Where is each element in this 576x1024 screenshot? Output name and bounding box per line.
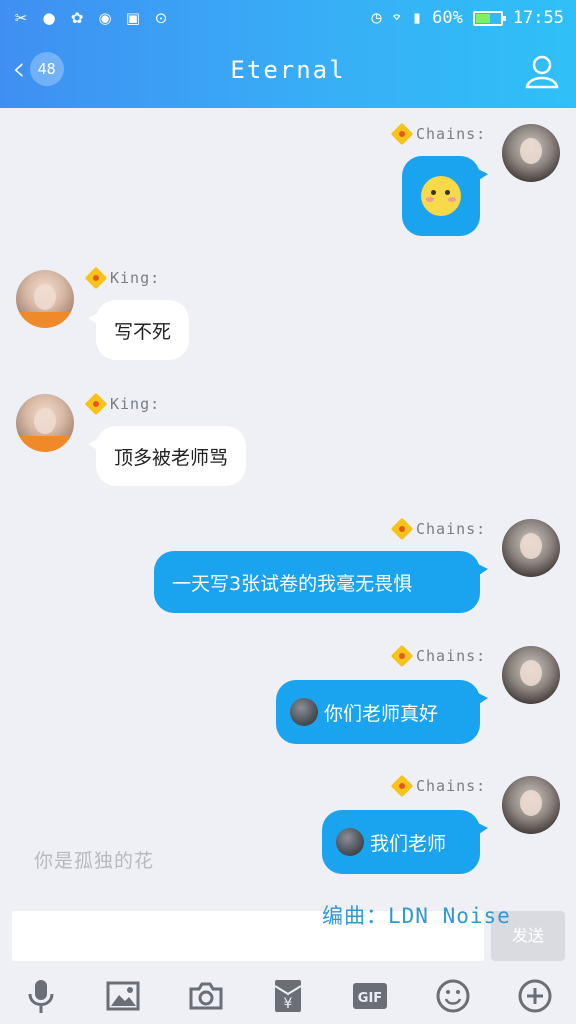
plus-glyph	[518, 979, 552, 1013]
message-text: 写不死	[114, 320, 172, 343]
sender-label: King:	[110, 269, 161, 287]
emoji-icon[interactable]	[433, 976, 473, 1016]
gif-glyph: GIF	[353, 983, 388, 1009]
battery-percent: 60%	[432, 8, 463, 28]
message-bubble[interactable]: 顶多被老师骂	[87, 426, 247, 486]
avatar-face	[34, 408, 56, 434]
image-glyph	[106, 981, 140, 1011]
missed-call-icon: ✂	[14, 9, 28, 27]
clock: 17:55	[512, 8, 564, 28]
vip-badge-icon	[392, 776, 412, 796]
message-bubble[interactable]: 写不死	[87, 300, 190, 360]
vip-badge-icon	[392, 124, 412, 144]
avatar[interactable]	[502, 124, 560, 182]
avatar-banner	[16, 436, 74, 452]
avatar-face	[520, 138, 542, 164]
alarm-icon: ◷	[371, 8, 382, 28]
sender-name: Chains:	[392, 646, 486, 666]
microphone-glyph	[28, 980, 54, 1013]
sender-label: King:	[110, 395, 161, 413]
image-icon[interactable]	[103, 976, 143, 1016]
credit-overlay: 编曲：LDN Noise	[322, 904, 511, 928]
profile-button[interactable]	[524, 53, 560, 93]
red-packet-glyph: ¥	[274, 980, 302, 1012]
battery-icon	[472, 10, 506, 26]
avatar[interactable]	[16, 394, 74, 452]
vip-badge-icon	[392, 646, 412, 666]
sender-name: Chains:	[392, 776, 486, 796]
signal-icon: ▮	[411, 8, 423, 28]
avatar-face	[34, 284, 56, 310]
sender-name: King:	[86, 394, 160, 414]
avatar-banner	[16, 312, 74, 328]
avatar[interactable]	[502, 519, 560, 577]
svg-text:¥: ¥	[284, 996, 293, 1012]
message-text: 顶多被老师骂	[114, 446, 229, 469]
avatar[interactable]	[502, 776, 560, 834]
message-text: 一天写3张试卷的我毫无畏惧	[172, 572, 413, 595]
status-bar: ✂ ● ✿ ◉ ▣ ⊙ ◷ ⌔ ▮ 60% 17:55	[0, 0, 576, 36]
wifi-icon: ⌔	[391, 8, 402, 28]
message-text: 你们老师真好	[324, 702, 439, 725]
moon-emoji-icon	[336, 828, 364, 856]
microphone-icon[interactable]	[21, 976, 61, 1016]
chat-title: Eternal	[230, 56, 346, 84]
battery-fill	[475, 13, 491, 23]
more-notifications-icon: ⊙	[154, 9, 168, 27]
red-packet-icon[interactable]: ¥	[268, 976, 308, 1016]
sender-label: Chains:	[416, 520, 487, 538]
gallery-icon: ▣	[125, 9, 141, 27]
vip-badge-icon	[86, 268, 106, 288]
avatar[interactable]	[502, 646, 560, 704]
sender-label: Chains:	[416, 647, 487, 665]
person-icon	[525, 55, 559, 89]
camera-glyph	[189, 982, 223, 1010]
message-bubble[interactable]: 一天写3张试卷的我毫无畏惧	[154, 551, 488, 613]
weibo-icon: ◉	[98, 9, 112, 27]
blushing-emoji-icon	[421, 176, 461, 216]
smiley-glyph	[436, 979, 470, 1013]
moon-emoji-icon	[290, 698, 318, 726]
lyric-overlay: 你是孤独的花	[34, 850, 155, 872]
message-list[interactable]: Chains: King: 写不死 King: 顶多被老师骂 Chains: 一…	[0, 108, 576, 908]
message-bubble[interactable]: 我们老师	[322, 810, 488, 874]
header: ✂ ● ✿ ◉ ▣ ⊙ ◷ ⌔ ▮ 60% 17:55 ‹ 48 Eternal	[0, 0, 576, 108]
notification-icons: ✂ ● ✿ ◉ ▣ ⊙	[12, 10, 170, 26]
gif-icon[interactable]: GIF	[350, 976, 390, 1016]
message-bubble[interactable]: 你们老师真好	[276, 680, 488, 744]
paw-icon: ✿	[70, 9, 84, 27]
system-status: ◷ ⌔ ▮ 60% 17:55	[371, 8, 564, 28]
vip-badge-icon	[86, 394, 106, 414]
sender-label: Chains:	[416, 777, 487, 795]
message-bubble[interactable]	[402, 156, 488, 236]
nav-bar: ‹ 48 Eternal	[0, 36, 576, 108]
camera-icon[interactable]	[186, 976, 226, 1016]
avatar-face	[520, 660, 542, 686]
sender-label: Chains:	[416, 125, 487, 143]
message-text: 我们老师	[370, 832, 447, 855]
sender-name: Chains:	[392, 519, 486, 539]
svg-text:GIF: GIF	[358, 991, 382, 1006]
plus-icon[interactable]	[515, 976, 555, 1016]
avatar[interactable]	[16, 270, 74, 328]
composer-toolbar: ¥ GIF	[0, 968, 576, 1024]
sender-name: Chains:	[392, 124, 486, 144]
avatar-face	[520, 533, 542, 559]
sender-name: King:	[86, 268, 160, 288]
avatar-face	[520, 790, 542, 816]
vip-badge-icon	[392, 519, 412, 539]
qq-icon: ●	[42, 9, 56, 27]
